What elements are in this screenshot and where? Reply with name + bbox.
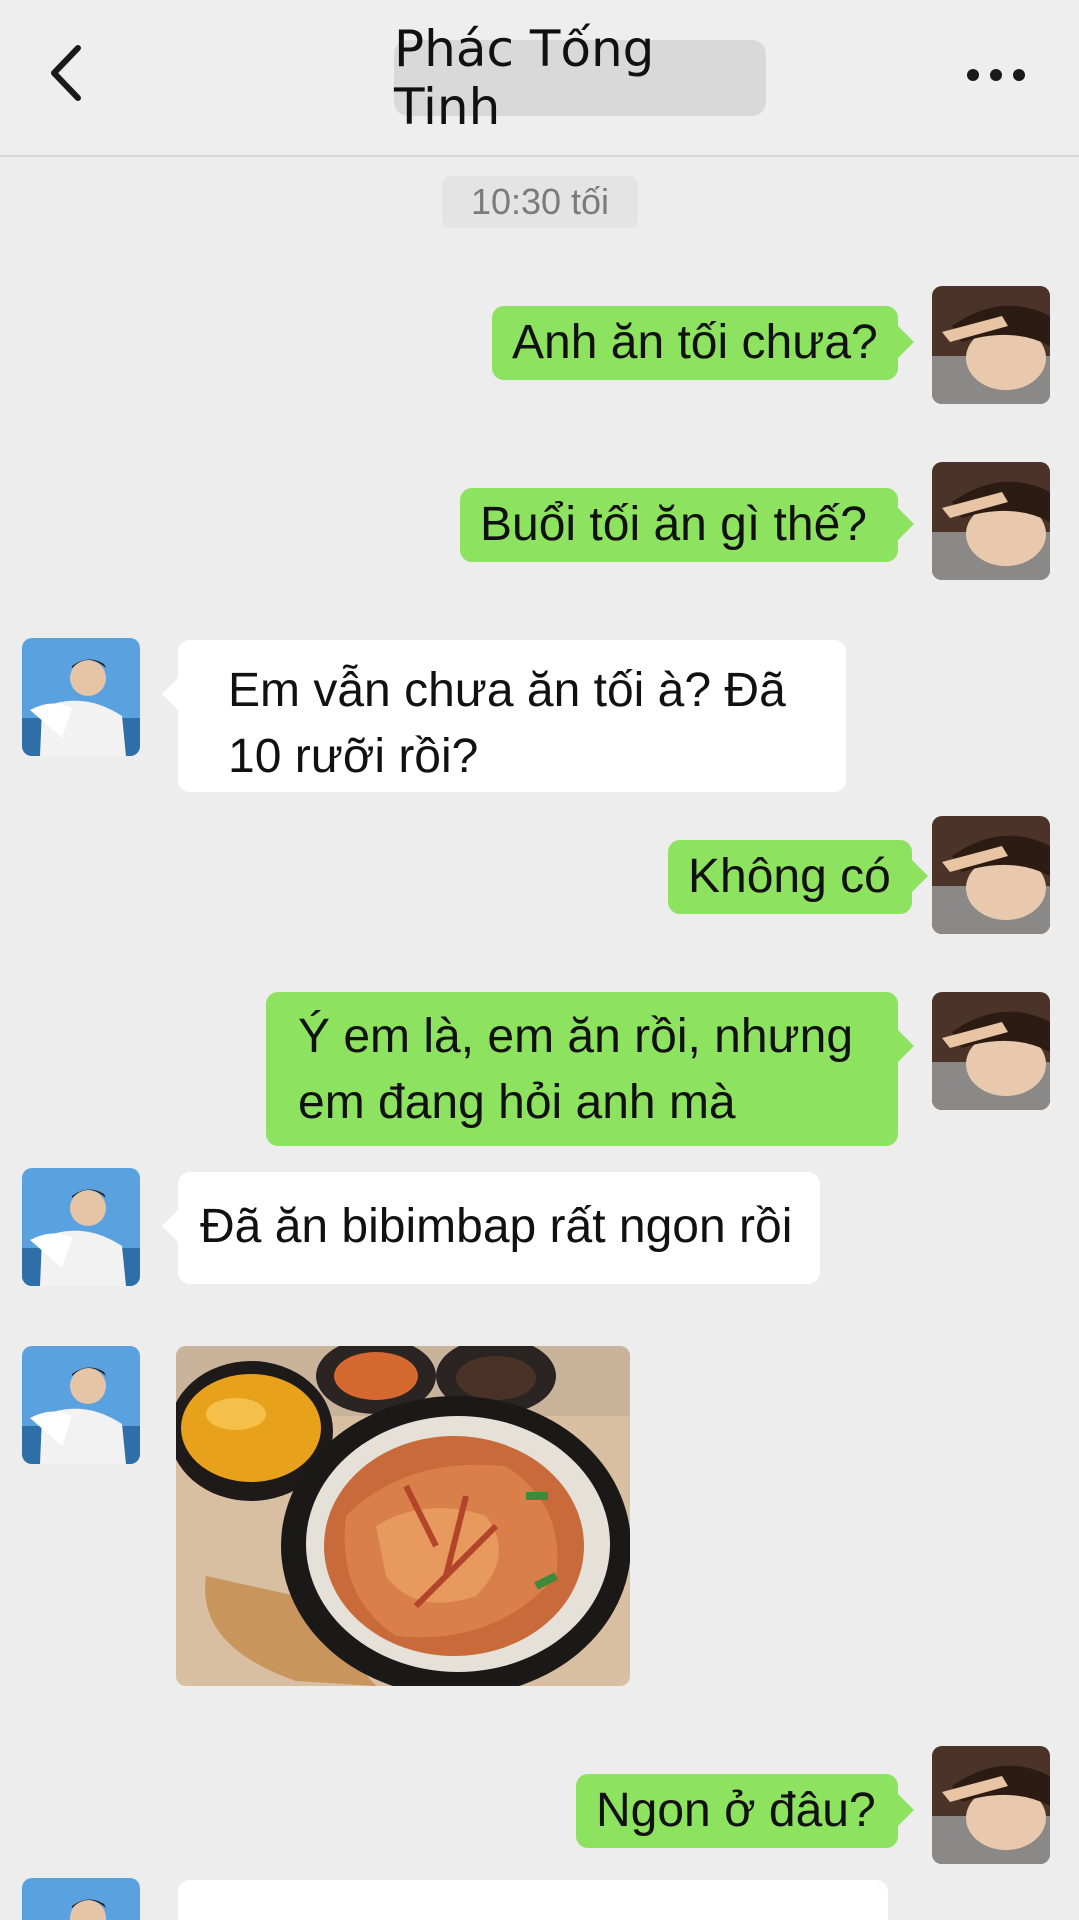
bubble-tail — [898, 326, 914, 358]
contact-avatar[interactable] — [22, 638, 140, 756]
bubble-tail — [162, 678, 178, 710]
bubble-tail — [162, 1210, 178, 1242]
contact-avatar[interactable] — [22, 1878, 140, 1920]
my-avatar-image — [932, 992, 1050, 1110]
chevron-left-icon — [51, 45, 81, 101]
bubble-tail — [898, 1794, 914, 1826]
message-text: Em vẫn chưa ăn tối à? Đã 10 rưỡi rồi? — [228, 664, 786, 783]
message-text: Ngon ở đâu? — [596, 1784, 876, 1837]
contact-avatar-image — [22, 1168, 140, 1286]
chat-screen: Phác Tống Tinh 10:30 tối Anh ăn tối chưa… — [0, 0, 1079, 1920]
more-horizontal-icon — [967, 69, 1025, 81]
bubble-tail — [912, 860, 928, 892]
more-options-button[interactable] — [958, 50, 1038, 100]
my-avatar[interactable] — [932, 992, 1050, 1110]
my-avatar[interactable] — [932, 816, 1050, 934]
outgoing-message[interactable]: Anh ăn tối chưa? — [492, 306, 914, 380]
contact-avatar-image — [22, 1878, 140, 1920]
back-button[interactable] — [40, 38, 100, 108]
bubble-tail — [898, 1030, 914, 1062]
chat-title[interactable]: Phác Tống Tinh — [394, 20, 766, 136]
bibimbap-photo[interactable] — [176, 1346, 630, 1686]
contact-avatar-image — [22, 638, 140, 756]
contact-avatar-image — [22, 1346, 140, 1464]
my-avatar[interactable] — [932, 286, 1050, 404]
message-text: Ý em là, em ăn rồi, nhưng em đang hỏi an… — [298, 1010, 854, 1129]
message-text: Không có — [688, 850, 891, 903]
my-avatar[interactable] — [932, 462, 1050, 580]
incoming-message[interactable]: Em vẫn chưa ăn tối à? Đã 10 rưỡi rồi? — [162, 640, 846, 792]
incoming-message-partial[interactable] — [178, 1880, 888, 1920]
contact-avatar[interactable] — [22, 1346, 140, 1464]
outgoing-message[interactable]: Buổi tối ăn gì thế? — [460, 488, 914, 562]
message-text: Buổi tối ăn gì thế? — [480, 498, 867, 551]
outgoing-message[interactable]: Không có — [668, 840, 928, 914]
my-avatar-image — [932, 462, 1050, 580]
bubble-tail — [898, 508, 914, 540]
incoming-message[interactable]: Đã ăn bibimbap rất ngon rồi — [162, 1172, 820, 1284]
outgoing-message[interactable]: Ngon ở đâu? — [576, 1774, 914, 1848]
my-avatar[interactable] — [932, 1746, 1050, 1864]
message-text: Anh ăn tối chưa? — [512, 316, 878, 369]
message-text: Đã ăn bibimbap rất ngon rồi — [200, 1200, 793, 1253]
message-timestamp: 10:30 tối — [442, 176, 638, 228]
outgoing-message[interactable]: Ý em là, em ăn rồi, nhưng em đang hỏi an… — [266, 992, 914, 1146]
my-avatar-image — [932, 1746, 1050, 1864]
my-avatar-image — [932, 286, 1050, 404]
food-photo-image — [176, 1346, 630, 1686]
my-avatar-image — [932, 816, 1050, 934]
contact-avatar[interactable] — [22, 1168, 140, 1286]
chat-header: Phác Tống Tinh — [0, 0, 1079, 157]
